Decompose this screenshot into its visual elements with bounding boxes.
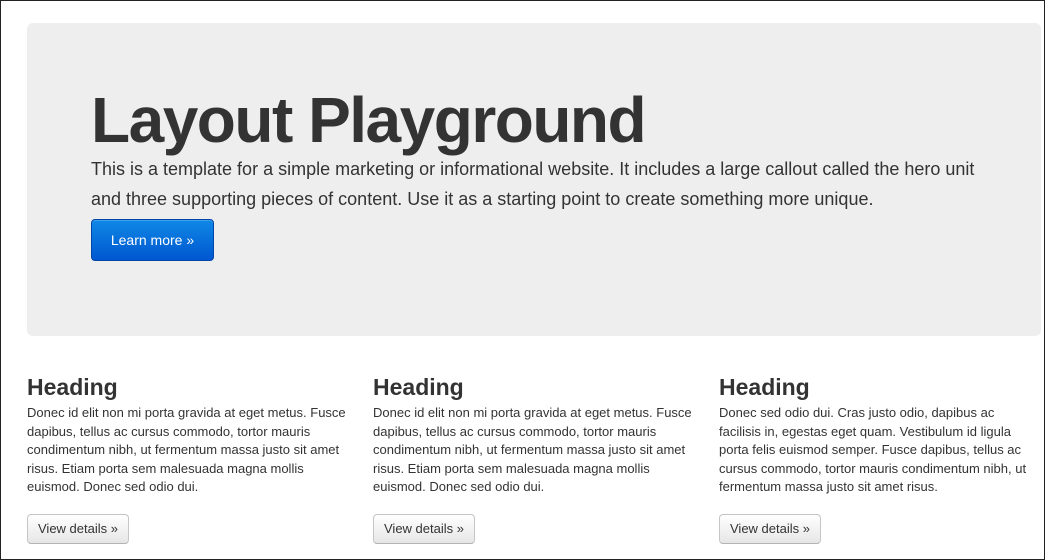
- content-column-1: Heading Donec id elit non mi porta gravi…: [27, 373, 347, 544]
- hero-title: Layout Playground: [91, 84, 647, 156]
- column-heading: Heading: [719, 374, 810, 400]
- page-frame: Layout Playground This is a template for…: [0, 0, 1045, 560]
- hero-unit: Layout Playground This is a template for…: [27, 23, 1041, 336]
- view-details-button-2[interactable]: View details »: [373, 514, 475, 544]
- column-body: Donec sed odio dui. Cras justo odio, dap…: [719, 405, 1027, 494]
- content-column-2: Heading Donec id elit non mi porta gravi…: [373, 373, 693, 544]
- learn-more-button[interactable]: Learn more »: [91, 219, 214, 261]
- column-body: Donec id elit non mi porta gravida at eg…: [373, 405, 692, 494]
- content-column-3: Heading Donec sed odio dui. Cras justo o…: [719, 373, 1039, 544]
- hero-description: This is a template for a simple marketin…: [91, 159, 975, 209]
- view-details-button-3[interactable]: View details »: [719, 514, 821, 544]
- column-heading: Heading: [373, 374, 464, 400]
- column-heading: Heading: [27, 374, 118, 400]
- view-details-button-1[interactable]: View details »: [27, 514, 129, 544]
- column-body: Donec id elit non mi porta gravida at eg…: [27, 405, 346, 494]
